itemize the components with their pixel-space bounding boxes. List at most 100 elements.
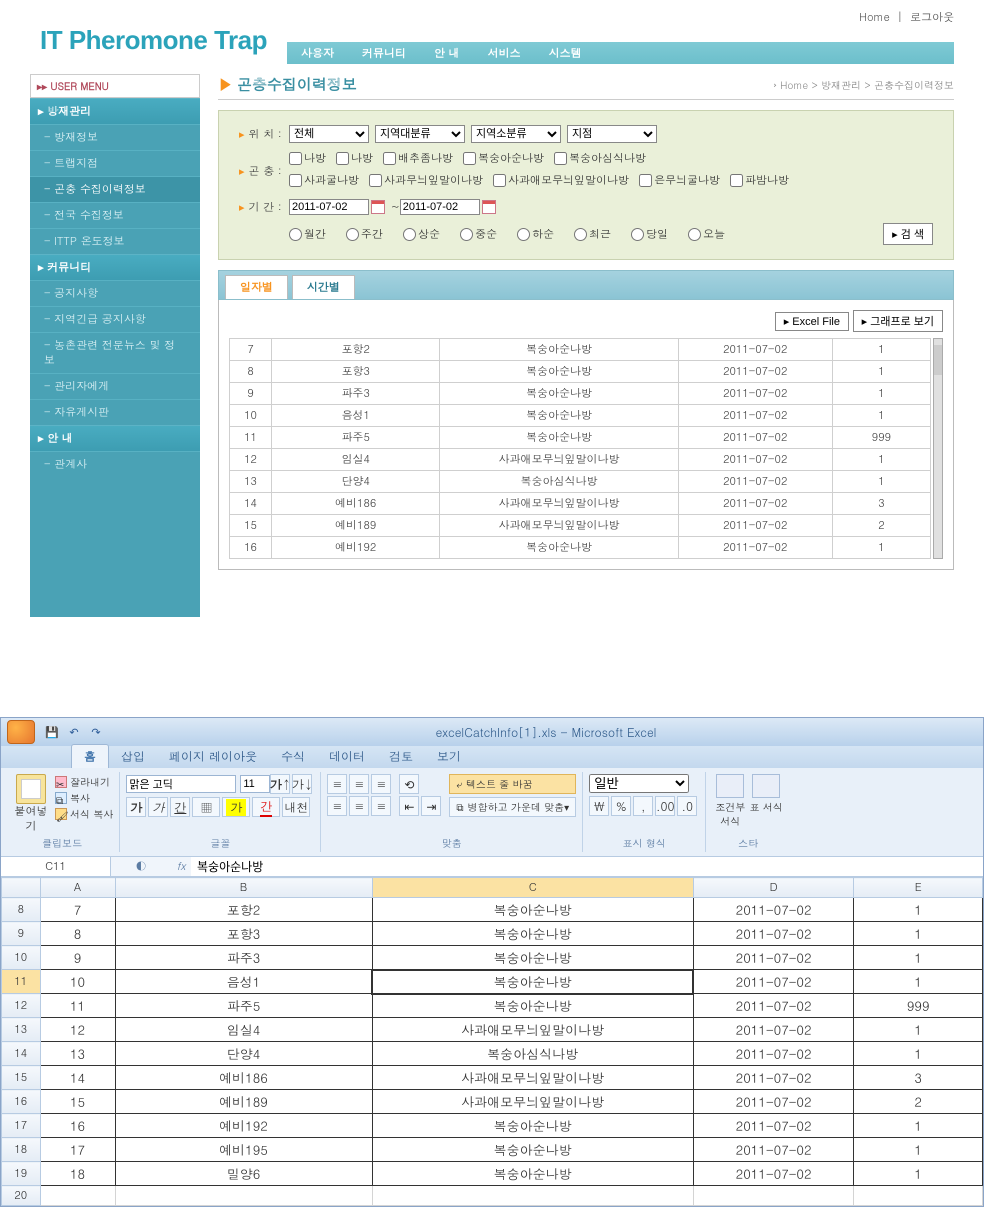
sidebar-item[interactable]: - 공지사항 (30, 280, 200, 306)
main-nav-item[interactable]: 서비스 (474, 42, 535, 64)
row-header[interactable]: 20 (2, 1186, 41, 1206)
fx-icon[interactable]: fx (171, 857, 191, 876)
align-top-right-button[interactable]: ≡ (371, 774, 391, 794)
search-button[interactable]: ▸ 검 색 (883, 223, 933, 245)
table-row[interactable]: 9파주3복숭아순나방2011-07-021 (230, 383, 931, 405)
cell[interactable]: 복숭아순나방 (372, 922, 693, 946)
range-radio[interactable]: 주간 (346, 227, 383, 242)
date-to-input[interactable] (400, 199, 480, 215)
currency-button[interactable]: ₩ (589, 796, 609, 816)
location-select[interactable]: 지역소분류 (471, 125, 561, 143)
sidebar-item[interactable]: - 곤충 수집이력정보 (30, 176, 200, 202)
calendar-to-icon[interactable] (482, 200, 496, 214)
column-header[interactable]: D (693, 878, 854, 898)
sidebar-item[interactable]: - 지역긴급 공지사항 (30, 306, 200, 332)
cell[interactable]: 13 (40, 1042, 115, 1066)
cell[interactable]: 1 (854, 1042, 983, 1066)
increase-decimal-button[interactable]: .00 (655, 796, 675, 816)
cell[interactable]: 2011-07-02 (693, 1042, 854, 1066)
tab-by-time[interactable]: 시간별 (292, 275, 355, 299)
table-row[interactable]: 10음성1복숭아순나방2011-07-021 (230, 405, 931, 427)
row-header[interactable]: 14 (2, 1042, 41, 1066)
range-radio[interactable]: 상순 (403, 227, 440, 242)
ribbon-tab[interactable]: 보기 (425, 745, 473, 768)
redo-icon[interactable]: ↷ (87, 723, 105, 741)
range-radio[interactable]: 월간 (289, 227, 326, 242)
ribbon-tab[interactable]: 검토 (377, 745, 425, 768)
sidebar-group-pest[interactable]: ▸ 방재관리 (30, 98, 200, 124)
sidebar-item[interactable]: - 관계사 (30, 451, 200, 477)
cell[interactable]: 999 (854, 994, 983, 1018)
row-header[interactable]: 17 (2, 1114, 41, 1138)
row-header[interactable]: 10 (2, 946, 41, 970)
cell[interactable]: 10 (40, 970, 115, 994)
column-header[interactable]: C (372, 878, 693, 898)
cell[interactable]: 11 (40, 994, 115, 1018)
cell[interactable]: 18 (40, 1162, 115, 1186)
cell[interactable]: 사과애모무늬잎말이나방 (372, 1090, 693, 1114)
cell[interactable]: 2011-07-02 (693, 898, 854, 922)
table-row[interactable]: 16예비192복숭아순나방2011-07-021 (230, 537, 931, 559)
main-nav-item[interactable]: 커뮤니티 (348, 42, 420, 64)
cell[interactable]: 2011-07-02 (693, 1018, 854, 1042)
cell[interactable] (40, 1186, 115, 1206)
range-radio[interactable]: 중순 (460, 227, 497, 242)
sheet-row[interactable]: 1817예비195복숭아순나방2011-07-021 (2, 1138, 983, 1162)
table-row[interactable]: 11파주5복숭아순나방2011-07-02999 (230, 427, 931, 449)
cell[interactable]: 복숭아순나방 (372, 946, 693, 970)
column-header[interactable]: E (854, 878, 983, 898)
align-center-button[interactable]: ≡ (349, 796, 369, 816)
cell[interactable]: 2011-07-02 (693, 1090, 854, 1114)
sidebar-item[interactable]: - ITTP 온도정보 (30, 228, 200, 254)
font-size-input[interactable] (240, 775, 270, 793)
save-icon[interactable]: 💾 (43, 723, 61, 741)
cell[interactable]: 1 (854, 898, 983, 922)
sheet-row[interactable]: 1514예비186사과애모무늬잎말이나방2011-07-023 (2, 1066, 983, 1090)
ribbon-tab[interactable]: 페이지 레이아웃 (157, 745, 269, 768)
table-row[interactable]: 14예비186사과애모무늬잎말이나방2011-07-023 (230, 493, 931, 515)
cell[interactable]: 복숭아심식나방 (372, 1042, 693, 1066)
cell[interactable]: 사과애모무늬잎말이나방 (372, 1018, 693, 1042)
home-link[interactable]: Home (859, 10, 890, 25)
show-chart-button[interactable]: ▸ 그래프로 보기 (853, 310, 943, 332)
align-left-button[interactable]: ≡ (327, 796, 347, 816)
row-header[interactable]: 13 (2, 1018, 41, 1042)
range-radio[interactable]: 오늘 (688, 227, 725, 242)
office-button[interactable] (7, 720, 35, 744)
row-header[interactable]: 8 (2, 898, 41, 922)
cell[interactable]: 포항2 (115, 898, 372, 922)
range-radio[interactable]: 최근 (574, 227, 611, 242)
range-radio[interactable]: 하순 (517, 227, 554, 242)
ribbon-tab[interactable]: 홈 (71, 744, 109, 768)
cell[interactable]: 1 (854, 1162, 983, 1186)
range-radio[interactable]: 당일 (631, 227, 668, 242)
main-nav-item[interactable]: 시스템 (535, 42, 596, 64)
insect-checkbox[interactable]: 배추좀나방 (383, 151, 453, 166)
cell[interactable]: 포항3 (115, 922, 372, 946)
merge-center-button[interactable]: ⧉병합하고 가운데 맞춤 ▾ (449, 797, 576, 817)
sidebar-item[interactable]: - 트랩지점 (30, 150, 200, 176)
cell[interactable]: 파주3 (115, 946, 372, 970)
align-top-left-button[interactable]: ≡ (327, 774, 347, 794)
cell[interactable]: 14 (40, 1066, 115, 1090)
calendar-from-icon[interactable] (371, 200, 385, 214)
location-select[interactable]: 전체 (289, 125, 369, 143)
sheet-row[interactable]: 1312임실4사과애모무늬잎말이나방2011-07-021 (2, 1018, 983, 1042)
sheet-row[interactable]: 1211파주5복숭아순나방2011-07-02999 (2, 994, 983, 1018)
sheet-row[interactable]: 20 (2, 1186, 983, 1206)
orientation-button[interactable]: ⟲ (399, 774, 419, 794)
sheet-row[interactable]: 1716예비192복숭아순나방2011-07-021 (2, 1114, 983, 1138)
decrease-decimal-button[interactable]: .0 (677, 796, 697, 816)
cell[interactable]: 2011-07-02 (693, 970, 854, 994)
sheet-row[interactable]: 98포항3복숭아순나방2011-07-021 (2, 922, 983, 946)
row-header[interactable]: 19 (2, 1162, 41, 1186)
underline-button[interactable]: 간 (170, 797, 190, 817)
percent-button[interactable]: % (611, 796, 631, 816)
cell[interactable] (854, 1186, 983, 1206)
cell[interactable]: 예비186 (115, 1066, 372, 1090)
export-excel-button[interactable]: ▸ Excel File (775, 312, 849, 331)
insect-checkbox[interactable]: 파밤나방 (730, 173, 789, 188)
borders-button[interactable]: ▦ (192, 797, 220, 817)
main-nav-item[interactable]: 사용자 (287, 42, 348, 64)
cell[interactable]: 1 (854, 1114, 983, 1138)
